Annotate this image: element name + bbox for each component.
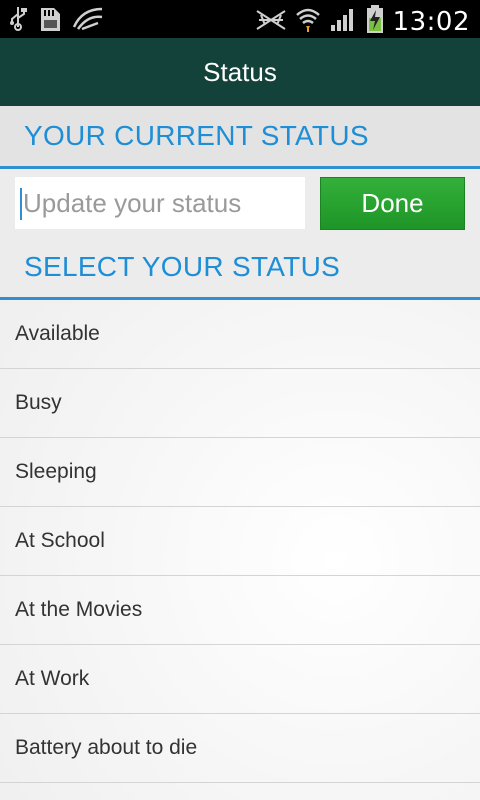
status-item-at-work[interactable]: At Work [0, 645, 480, 714]
sd-card-icon [38, 5, 62, 38]
status-item-at-the-movies[interactable]: At the Movies [0, 576, 480, 645]
select-status-header: SELECT YOUR STATUS [0, 238, 480, 300]
clock: 13:02 [392, 6, 470, 37]
current-status-header: YOUR CURRENT STATUS [0, 106, 480, 169]
usb-icon [8, 5, 28, 38]
status-input-row: Done [0, 169, 480, 238]
wifi-icon [295, 5, 321, 38]
status-list: Available Busy Sleeping At School At the… [0, 300, 480, 783]
system-icons: 13:02 [255, 4, 470, 39]
status-item-sleeping[interactable]: Sleeping [0, 438, 480, 507]
select-status-header-label: SELECT YOUR STATUS [24, 251, 341, 282]
system-status-bar: 13:02 [0, 0, 480, 38]
cell-signal-icon [329, 5, 357, 38]
no-signal-icon [255, 5, 287, 38]
status-item-available[interactable]: Available [0, 300, 480, 369]
status-item-at-school[interactable]: At School [0, 507, 480, 576]
sync-icon [72, 5, 104, 38]
screen: 13:02 Status YOUR CURRENT STATUS Done SE… [0, 0, 480, 800]
status-item-battery-about-to-die[interactable]: Battery about to die [0, 714, 480, 783]
notification-icons [8, 5, 104, 38]
done-button[interactable]: Done [320, 177, 465, 230]
battery-charging-icon [365, 4, 385, 39]
current-status-header-label: YOUR CURRENT STATUS [24, 120, 369, 151]
status-item-busy[interactable]: Busy [0, 369, 480, 438]
page-title: Status [203, 56, 277, 87]
text-cursor [20, 188, 22, 220]
action-bar: Status [0, 38, 480, 106]
status-input[interactable] [15, 177, 305, 229]
